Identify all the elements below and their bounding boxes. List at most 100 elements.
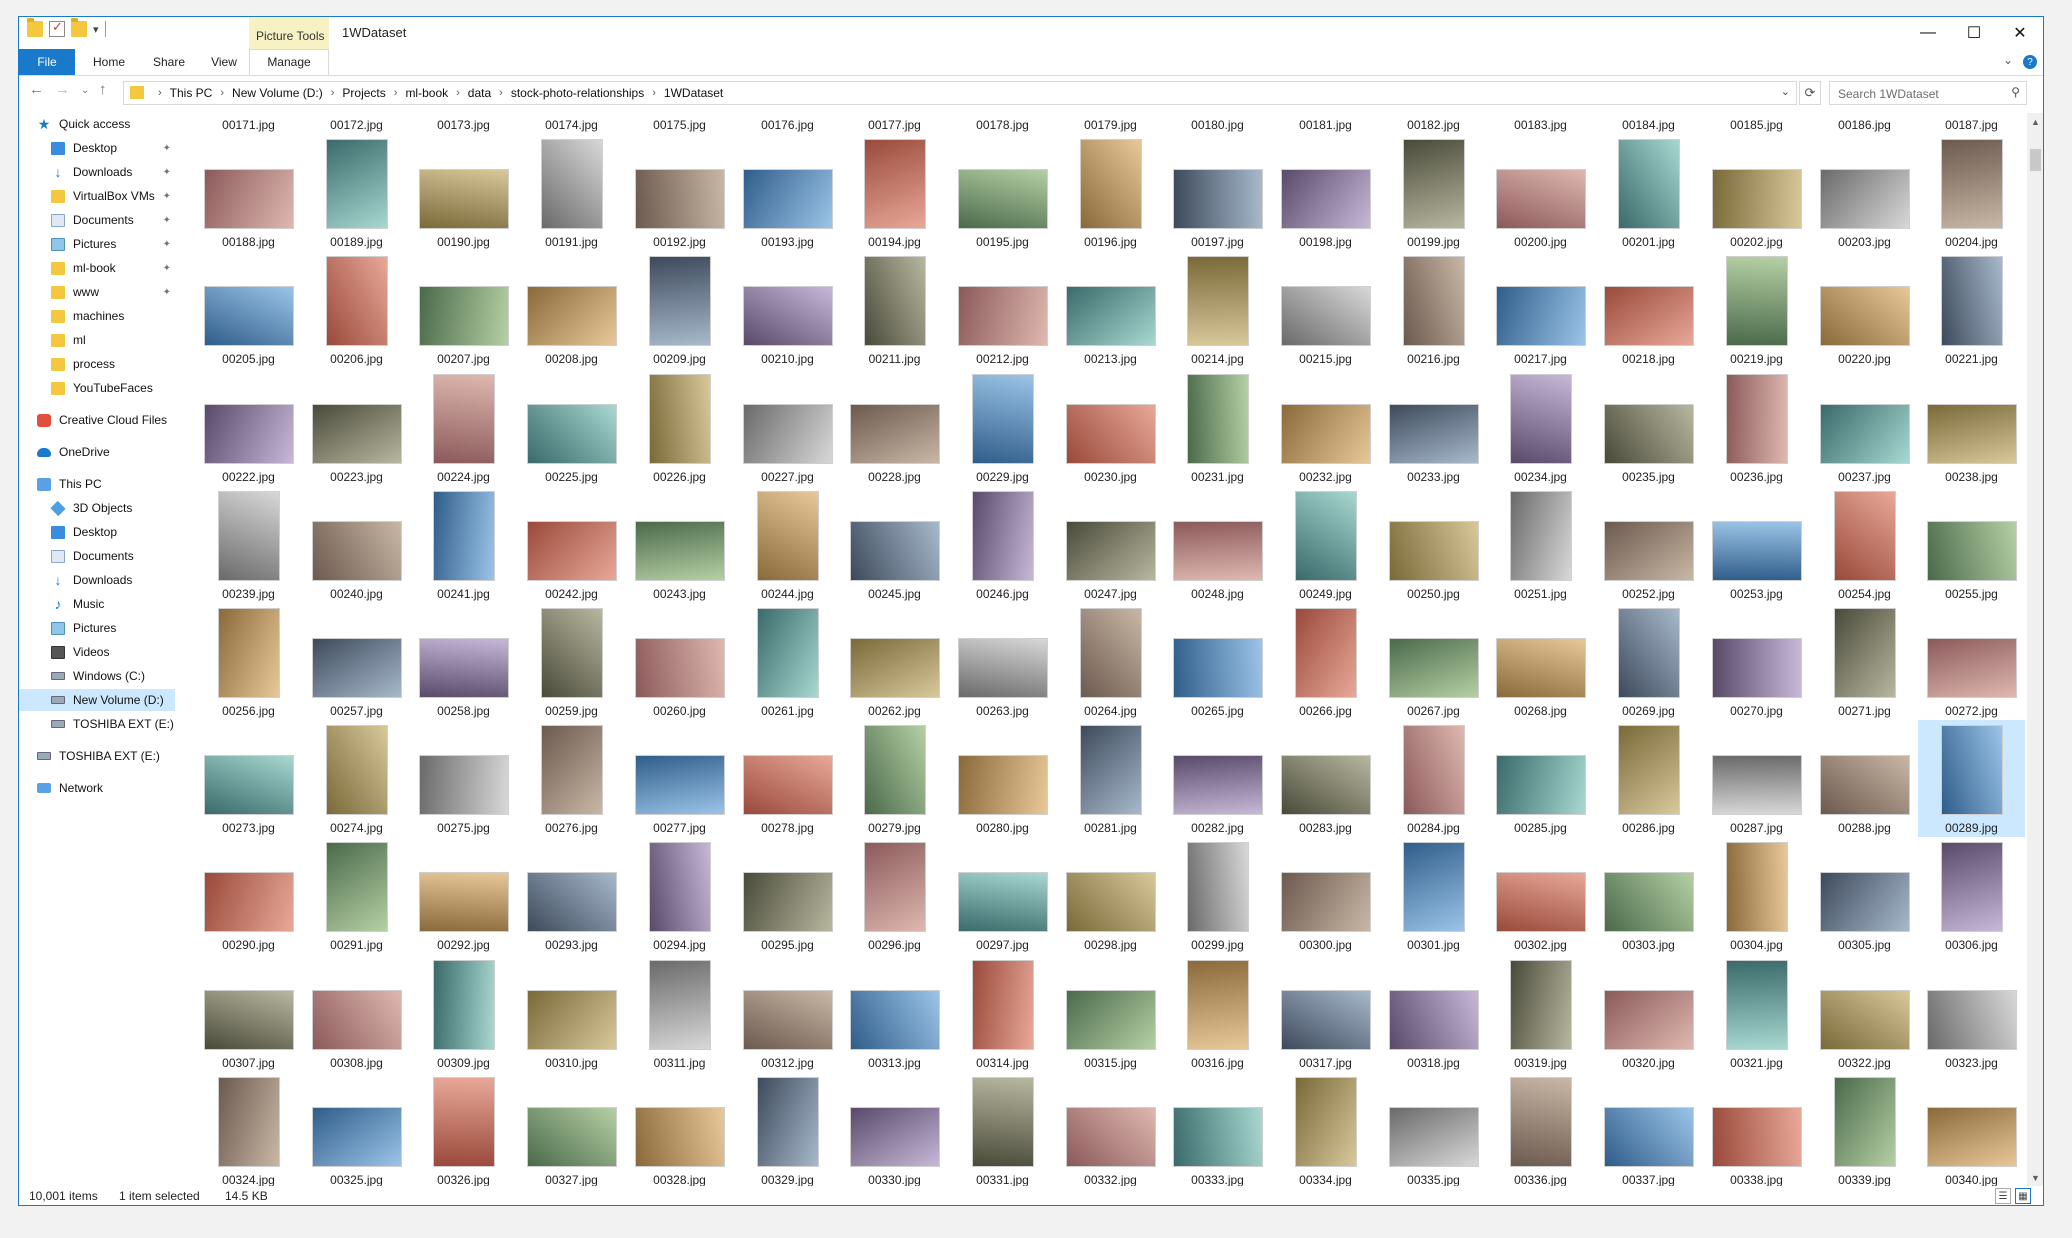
file-tile[interactable]: 00206.jpg: [303, 251, 410, 368]
file-tile[interactable]: 00278.jpg: [734, 720, 841, 837]
file-tile[interactable]: 00257.jpg: [303, 603, 410, 720]
nav-item[interactable]: Desktop ✦: [19, 137, 175, 159]
file-tile[interactable]: 00188.jpg: [195, 134, 302, 251]
search-box[interactable]: ⚲: [1829, 81, 2027, 105]
file-tile[interactable]: 00200.jpg: [1487, 134, 1594, 251]
file-tile[interactable]: 00205.jpg: [195, 251, 302, 368]
file-tile[interactable]: 00331.jpg: [949, 1072, 1056, 1186]
file-tile[interactable]: 00283.jpg: [1272, 720, 1379, 837]
file-tile[interactable]: 00192.jpg: [626, 134, 733, 251]
file-tile[interactable]: 00193.jpg: [734, 134, 841, 251]
file-tile[interactable]: 00298.jpg: [1057, 837, 1164, 954]
file-tile[interactable]: 00281.jpg: [1057, 720, 1164, 837]
file-tile[interactable]: 00284.jpg: [1380, 720, 1487, 837]
file-tile[interactable]: 00245.jpg: [841, 486, 948, 603]
file-tile[interactable]: 00337.jpg: [1595, 1072, 1702, 1186]
close-button[interactable]: ✕: [1997, 17, 2043, 49]
nav-item[interactable]: Network: [19, 777, 175, 799]
file-tile[interactable]: 00191.jpg: [518, 134, 625, 251]
file-tile[interactable]: 00181.jpg: [1272, 113, 1379, 134]
file-tile[interactable]: 00299.jpg: [1164, 837, 1271, 954]
breadcrumb-chevron-icon[interactable]: ›: [499, 87, 503, 99]
file-tile[interactable]: 00292.jpg: [410, 837, 517, 954]
address-bar[interactable]: › This PC › New Volume (D:) › Projects › ml-boo…: [123, 81, 1797, 105]
nav-item[interactable]: Videos: [19, 641, 175, 663]
file-tile[interactable]: 00240.jpg: [303, 486, 410, 603]
file-tile[interactable]: 00325.jpg: [303, 1072, 410, 1186]
file-tile[interactable]: 00254.jpg: [1811, 486, 1918, 603]
file-tile[interactable]: 00332.jpg: [1057, 1072, 1164, 1186]
file-tile[interactable]: 00309.jpg: [410, 955, 517, 1072]
file-tile[interactable]: 00230.jpg: [1057, 369, 1164, 486]
file-tile[interactable]: 00327.jpg: [518, 1072, 625, 1186]
file-tile[interactable]: 00266.jpg: [1272, 603, 1379, 720]
file-tile[interactable]: 00263.jpg: [949, 603, 1056, 720]
file-tile[interactable]: 00307.jpg: [195, 955, 302, 1072]
file-tile[interactable]: 00274.jpg: [303, 720, 410, 837]
file-tile[interactable]: 00239.jpg: [195, 486, 302, 603]
file-tile[interactable]: 00323.jpg: [1918, 955, 2025, 1072]
file-tile[interactable]: 00259.jpg: [518, 603, 625, 720]
file-tile[interactable]: 00289.jpg: [1918, 720, 2025, 837]
breadcrumb-item[interactable]: 1WDataset: [664, 86, 723, 100]
file-tile[interactable]: 00219.jpg: [1703, 251, 1810, 368]
file-tile[interactable]: 00275.jpg: [410, 720, 517, 837]
file-tile[interactable]: 00226.jpg: [626, 369, 733, 486]
search-input[interactable]: [1836, 83, 2000, 105]
expand-ribbon-icon[interactable]: ⌄: [2003, 53, 2013, 67]
file-tile[interactable]: 00277.jpg: [626, 720, 733, 837]
file-tile[interactable]: 00213.jpg: [1057, 251, 1164, 368]
file-tile[interactable]: 00294.jpg: [626, 837, 733, 954]
tab-manage[interactable]: Manage: [249, 49, 329, 75]
breadcrumb-item[interactable]: stock-photo-relationships: [511, 86, 644, 100]
breadcrumb-item[interactable]: ml-book: [405, 86, 448, 100]
nav-item[interactable]: Creative Cloud Files: [19, 409, 175, 431]
file-tile[interactable]: 00210.jpg: [734, 251, 841, 368]
file-tile[interactable]: 00204.jpg: [1918, 134, 2025, 251]
file-tile[interactable]: 00241.jpg: [410, 486, 517, 603]
nav-item[interactable]: ↓ Downloads: [19, 569, 175, 591]
file-tile[interactable]: 00183.jpg: [1487, 113, 1594, 134]
file-tile[interactable]: 00228.jpg: [841, 369, 948, 486]
file-tile[interactable]: 00238.jpg: [1918, 369, 2025, 486]
file-tile[interactable]: 00316.jpg: [1164, 955, 1271, 1072]
scroll-down-icon[interactable]: ▼: [2027, 1169, 2043, 1186]
nav-item[interactable]: 3D Objects: [19, 497, 175, 519]
file-tile[interactable]: 00202.jpg: [1703, 134, 1810, 251]
file-tile[interactable]: 00291.jpg: [303, 837, 410, 954]
file-tile[interactable]: 00220.jpg: [1811, 251, 1918, 368]
help-icon[interactable]: ?: [2023, 55, 2037, 69]
file-tile[interactable]: 00258.jpg: [410, 603, 517, 720]
file-tile[interactable]: 00184.jpg: [1595, 113, 1702, 134]
file-tile[interactable]: 00252.jpg: [1595, 486, 1702, 603]
file-tile[interactable]: 00194.jpg: [841, 134, 948, 251]
breadcrumb-chevron-icon[interactable]: ›: [158, 87, 162, 99]
file-tile[interactable]: 00338.jpg: [1703, 1072, 1810, 1186]
file-tile[interactable]: 00293.jpg: [518, 837, 625, 954]
file-tile[interactable]: 00251.jpg: [1487, 486, 1594, 603]
file-tile[interactable]: 00203.jpg: [1811, 134, 1918, 251]
file-tile[interactable]: 00267.jpg: [1380, 603, 1487, 720]
file-tile[interactable]: 00335.jpg: [1380, 1072, 1487, 1186]
file-tile[interactable]: 00270.jpg: [1703, 603, 1810, 720]
breadcrumb-item[interactable]: New Volume (D:): [232, 86, 323, 100]
file-tile[interactable]: 00313.jpg: [841, 955, 948, 1072]
nav-item[interactable]: Pictures: [19, 617, 175, 639]
nav-item[interactable]: TOSHIBA EXT (E:): [19, 745, 175, 767]
breadcrumb-chevron-icon[interactable]: ›: [331, 87, 335, 99]
file-tile[interactable]: 00209.jpg: [626, 251, 733, 368]
tab-view[interactable]: View: [199, 49, 249, 75]
file-tile[interactable]: 00174.jpg: [518, 113, 625, 134]
file-tile[interactable]: 00280.jpg: [949, 720, 1056, 837]
file-tile[interactable]: 00282.jpg: [1164, 720, 1271, 837]
nav-item[interactable]: OneDrive: [19, 441, 175, 463]
nav-item[interactable]: Documents ✦: [19, 209, 175, 231]
file-tile[interactable]: 00321.jpg: [1703, 955, 1810, 1072]
nav-item[interactable]: www ✦: [19, 281, 175, 303]
file-tile[interactable]: 00178.jpg: [949, 113, 1056, 134]
scroll-up-icon[interactable]: ▲: [2027, 113, 2043, 130]
minimize-button[interactable]: ―: [1905, 17, 1951, 49]
nav-item[interactable]: Documents: [19, 545, 175, 567]
nav-item[interactable]: Pictures ✦: [19, 233, 175, 255]
file-tile[interactable]: 00189.jpg: [303, 134, 410, 251]
